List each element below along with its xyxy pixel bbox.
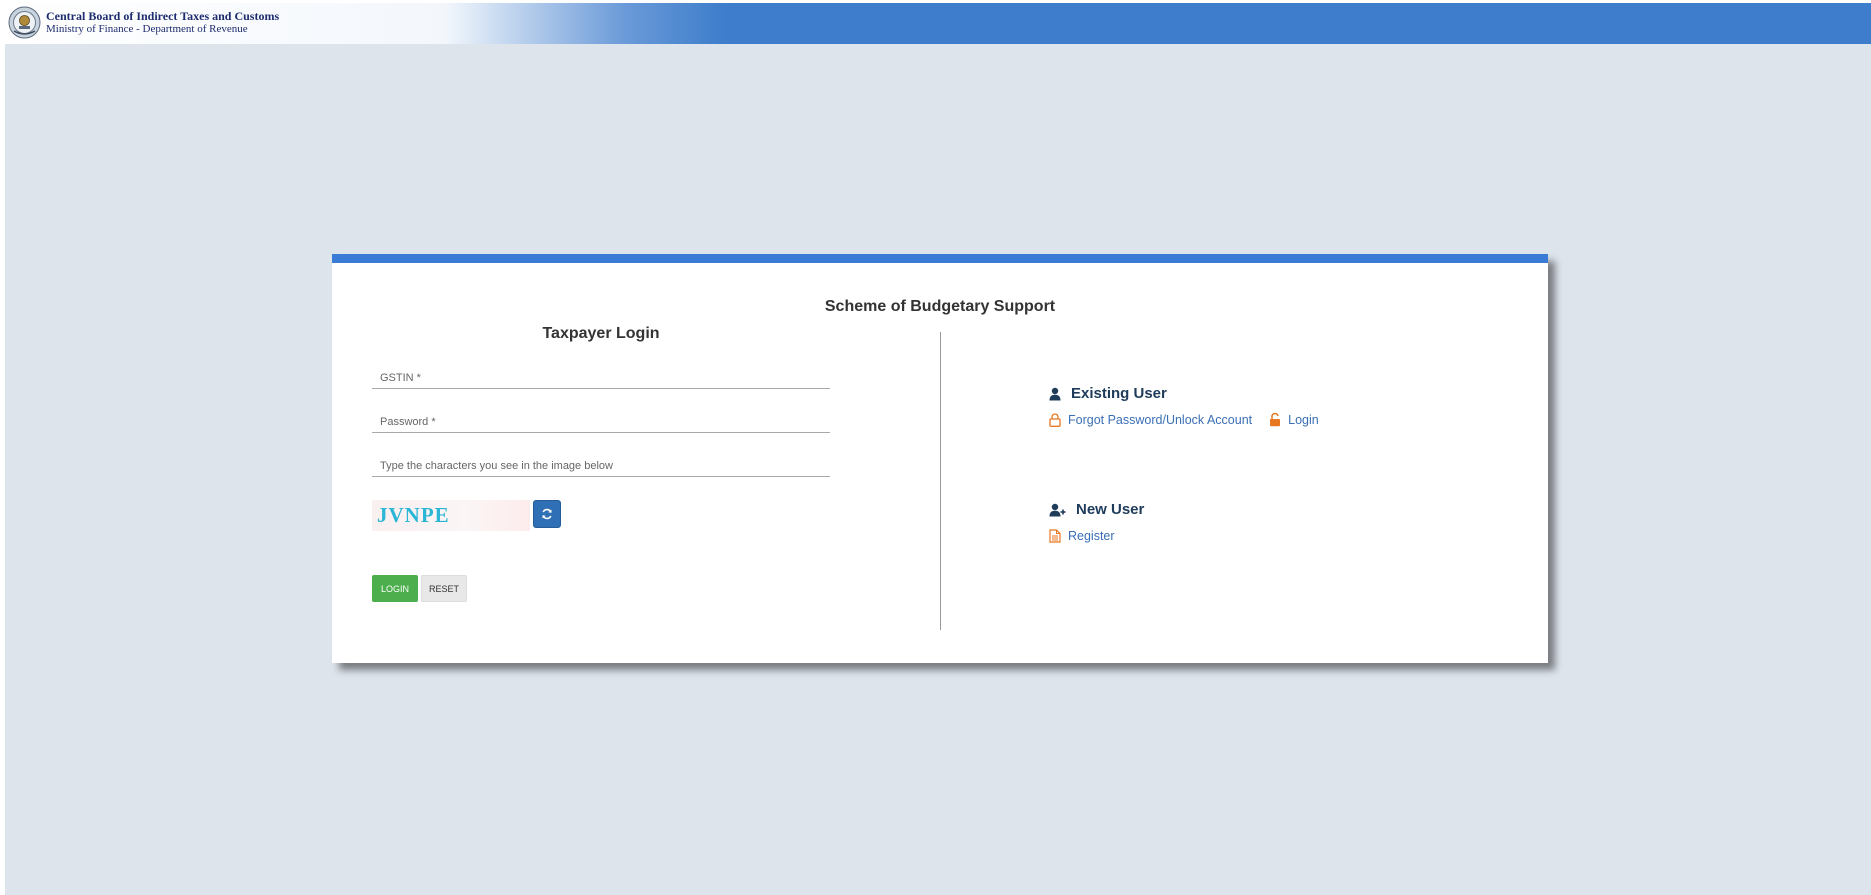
document-icon (1049, 529, 1061, 543)
reset-button[interactable]: RESET (421, 575, 467, 602)
gstin-input[interactable] (372, 367, 830, 388)
new-user-links: Register (1049, 529, 1115, 543)
existing-user-heading: Existing User (1049, 385, 1167, 402)
emblem-seal-icon (8, 6, 41, 39)
scheme-title: Scheme of Budgetary Support (824, 298, 1056, 315)
login-link[interactable]: Login (1288, 413, 1319, 427)
login-card: Scheme of Budgetary Support Taxpayer Log… (332, 254, 1548, 663)
register-link[interactable]: Register (1068, 529, 1115, 543)
user-icon (1049, 387, 1061, 401)
taxpayer-login-title: Taxpayer Login (542, 325, 660, 342)
captcha-field-wrapper (372, 455, 830, 477)
refresh-icon (541, 508, 553, 520)
password-input[interactable] (372, 411, 830, 432)
new-user-title: New User (1076, 501, 1145, 518)
org-name: Central Board of Indirect Taxes and Cust… (46, 9, 280, 23)
org-subtitle: Ministry of Finance - Department of Reve… (46, 23, 248, 35)
existing-user-links: Forgot Password/Unlock Account Login (1049, 413, 1319, 427)
new-user-heading: New User (1049, 501, 1144, 518)
login-button[interactable]: LOGIN (372, 575, 418, 602)
vertical-divider (940, 332, 941, 630)
forgot-password-link[interactable]: Forgot Password/Unlock Account (1068, 413, 1252, 427)
lock-icon (1049, 413, 1061, 427)
captcha-refresh-button[interactable] (533, 500, 561, 528)
user-plus-icon (1049, 503, 1066, 517)
gstin-field-wrapper (372, 367, 830, 389)
existing-user-title: Existing User (1071, 385, 1167, 402)
top-header: Central Board of Indirect Taxes and Cust… (5, 3, 1871, 44)
password-field-wrapper (372, 411, 830, 433)
captcha-image: JVNPE (372, 500, 530, 531)
unlock-icon (1269, 413, 1281, 427)
captcha-input[interactable] (372, 455, 830, 476)
